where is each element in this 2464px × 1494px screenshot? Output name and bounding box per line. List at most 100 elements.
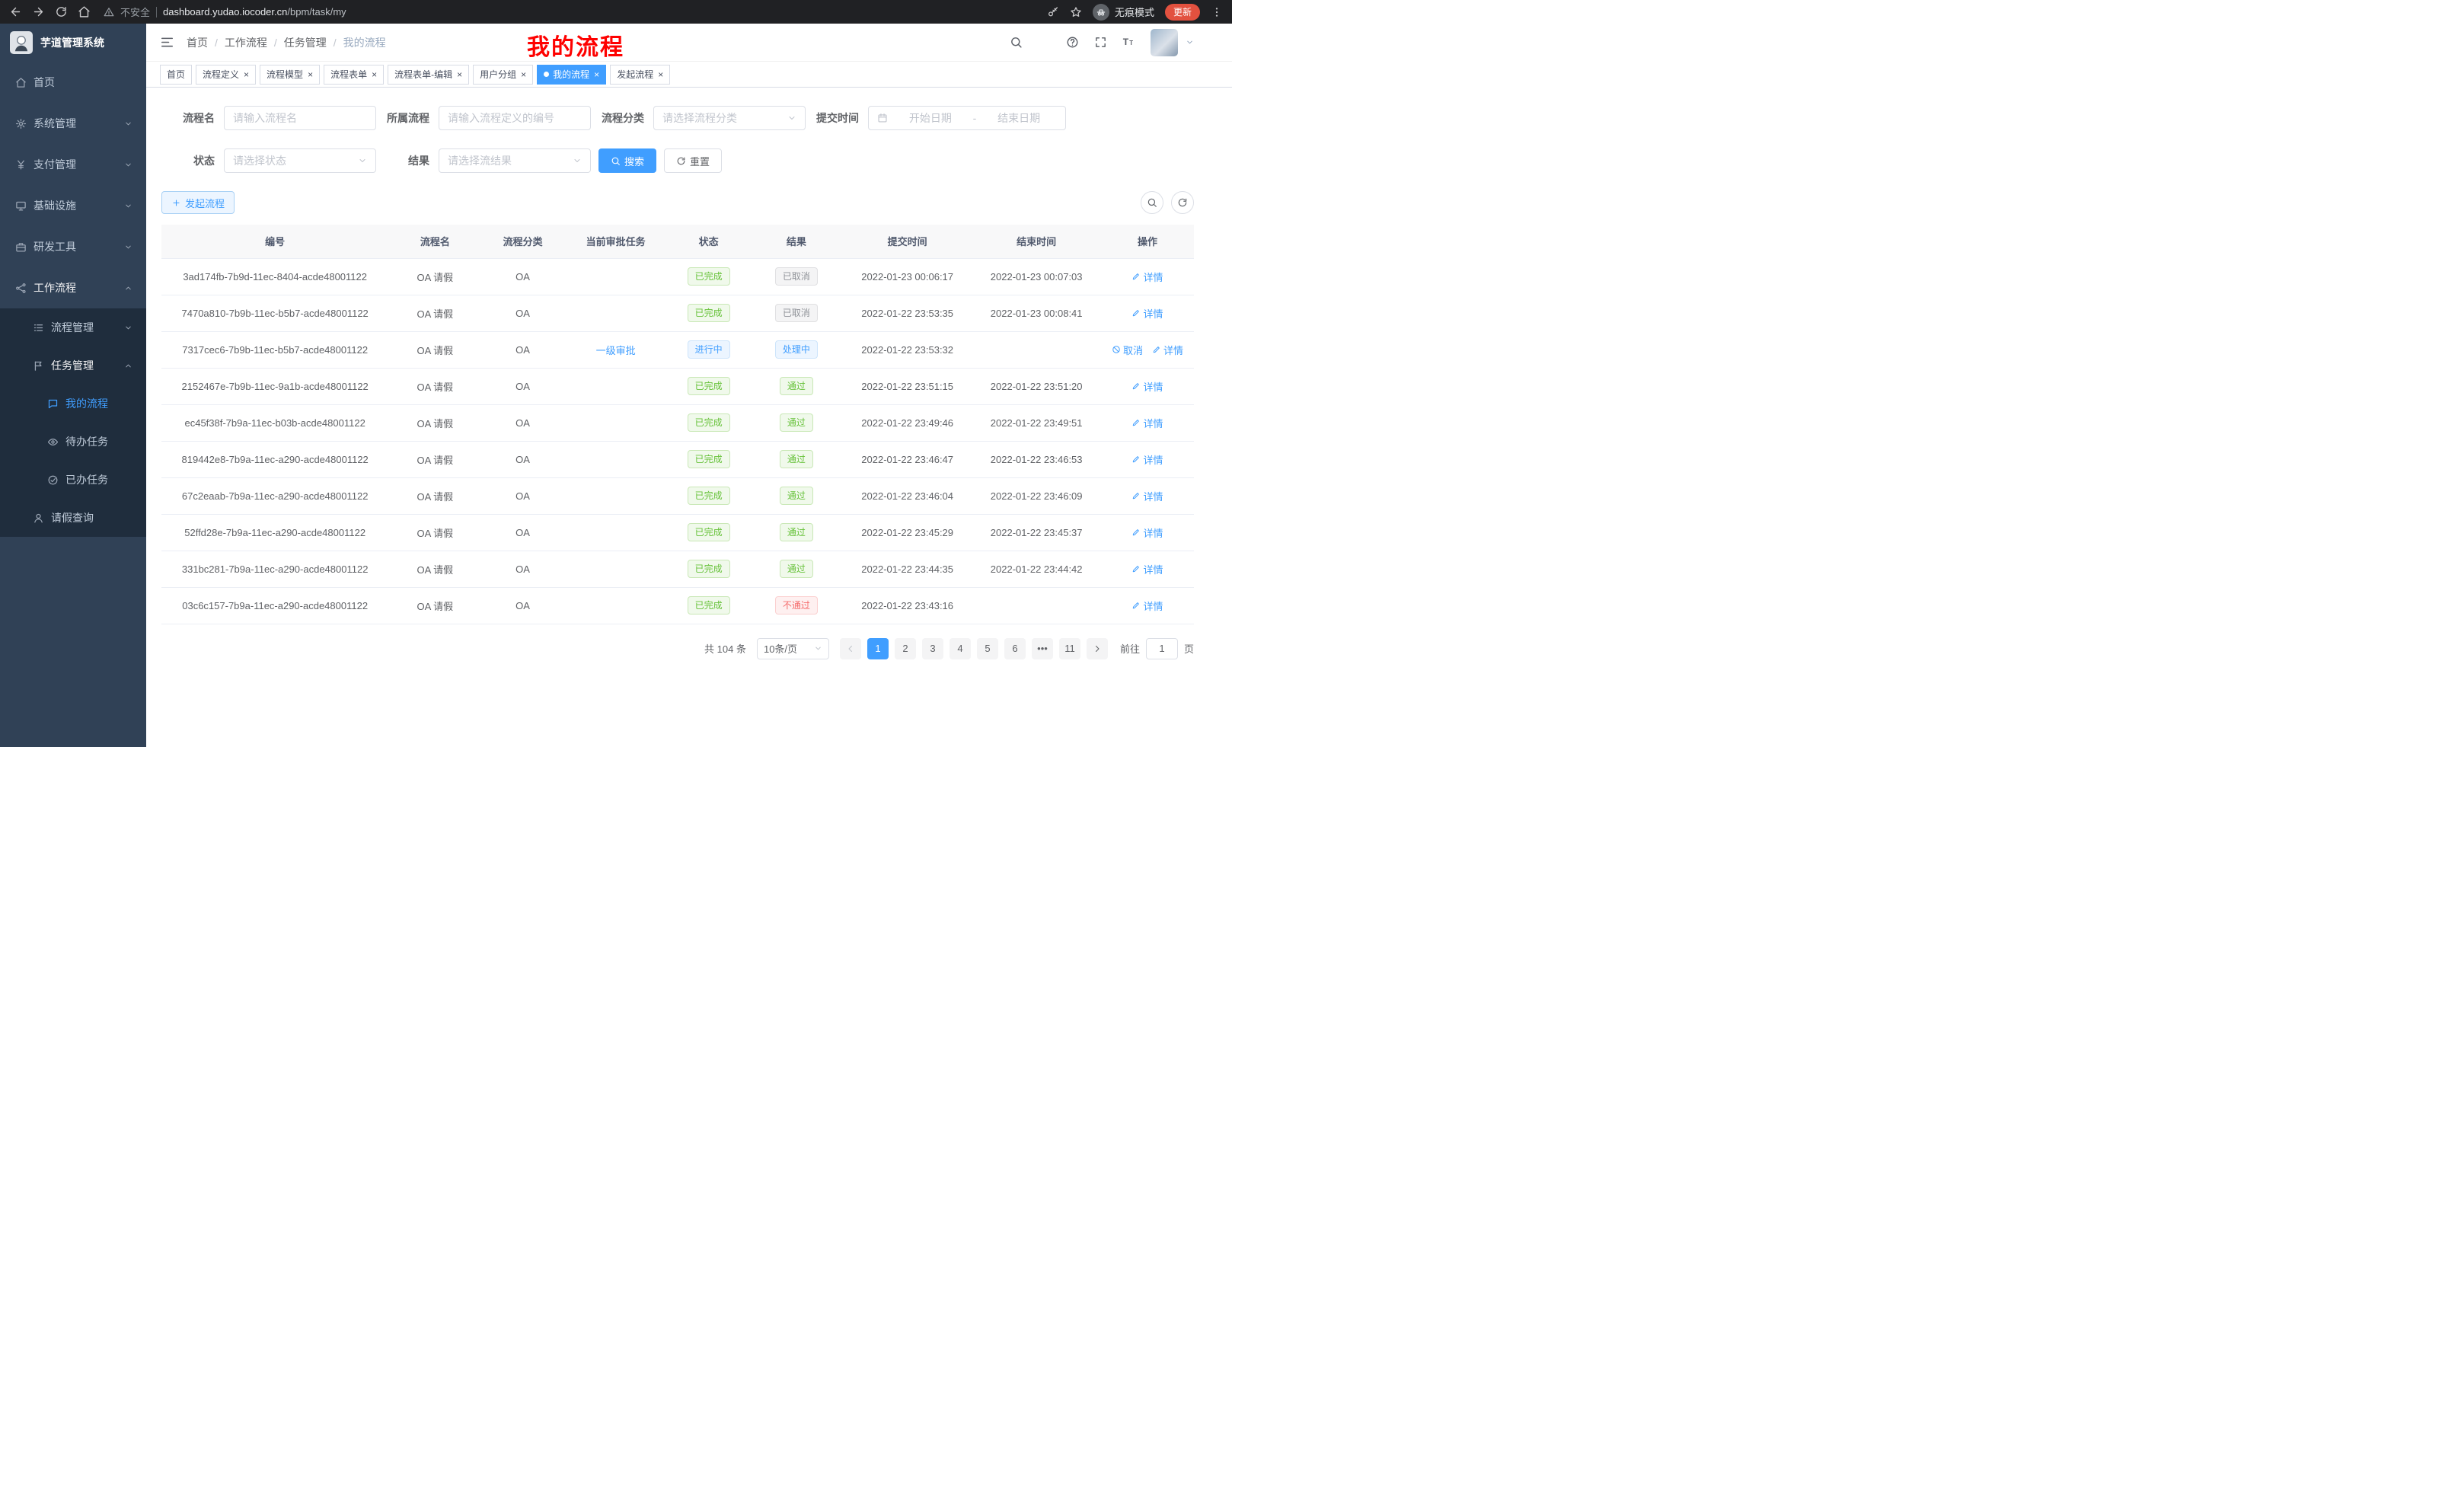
page-5-button[interactable]: 5 [977, 638, 998, 659]
detail-link[interactable]: 详情 [1131, 525, 1163, 540]
category-select[interactable]: 请选择流程分类 [653, 106, 806, 130]
address-bar[interactable]: 不安全 dashboard.yudao.iocoder.cn/bpm/task/… [104, 5, 1037, 19]
detail-label: 详情 [1143, 270, 1163, 284]
search-button[interactable]: 搜索 [598, 148, 656, 173]
table-row: 331bc281-7b9a-11ec-a290-acde48001122OA 请… [161, 551, 1194, 587]
sidebar-item-label: 基础设施 [34, 198, 76, 213]
result-badge: 通过 [780, 523, 813, 541]
more-pages-button[interactable]: ••• [1032, 638, 1053, 659]
chevron-down-icon [358, 156, 367, 165]
submit-time-range-picker[interactable]: 开始日期 - 结束日期 [868, 106, 1066, 130]
status-select[interactable]: 请选择状态 [224, 148, 376, 173]
sidebar-item-workflow[interactable]: 工作流程 [0, 267, 146, 308]
detail-link[interactable]: 详情 [1131, 270, 1163, 284]
detail-link[interactable]: 详情 [1131, 489, 1163, 503]
page-2-button[interactable]: 2 [895, 638, 916, 659]
sidebar-item-leave-query[interactable]: 请假查询 [0, 499, 146, 537]
result-badge: 通过 [780, 487, 813, 505]
page-6-button[interactable]: 6 [1004, 638, 1026, 659]
process-definition-input[interactable] [439, 106, 591, 130]
sidebar-item-payment[interactable]: 支付管理 [0, 144, 146, 185]
close-icon[interactable]: × [244, 70, 249, 79]
avatar[interactable] [1151, 29, 1178, 56]
process-name-input[interactable] [224, 106, 376, 130]
tab-process-definition[interactable]: 流程定义× [196, 65, 256, 85]
back-icon[interactable] [9, 5, 22, 18]
table-row: 03c6c157-7b9a-11ec-a290-acde48001122OA 请… [161, 587, 1194, 624]
close-icon[interactable]: × [521, 70, 526, 79]
current-task-link[interactable]: 一级审批 [596, 343, 636, 357]
page-size-select[interactable]: 10条/页 [757, 638, 829, 659]
toggle-search-button[interactable] [1141, 191, 1163, 214]
reset-button[interactable]: 重置 [664, 148, 722, 173]
close-icon[interactable]: × [457, 70, 462, 79]
close-icon[interactable]: × [594, 70, 599, 79]
tab-process-form-edit[interactable]: 流程表单-编辑× [388, 65, 469, 85]
sidebar-item-task-management[interactable]: 任务管理 [0, 346, 146, 385]
breadcrumb-item[interactable]: 工作流程 [225, 35, 267, 50]
logo-image [10, 31, 33, 54]
breadcrumb-item[interactable]: 首页 [187, 35, 208, 50]
sidebar-item-todo-task[interactable]: 待办任务 [0, 423, 146, 461]
star-icon[interactable] [1070, 6, 1082, 18]
search-icon[interactable] [1010, 36, 1023, 49]
help-icon[interactable] [1066, 36, 1079, 49]
refresh-table-button[interactable] [1171, 191, 1194, 214]
edit-icon [1131, 381, 1141, 391]
page-1-button[interactable]: 1 [867, 638, 889, 659]
security-label[interactable]: 不安全 [120, 5, 150, 19]
fontsize-icon[interactable]: TT [1122, 36, 1135, 49]
close-icon[interactable]: × [372, 70, 377, 79]
sidebar-item-process-management[interactable]: 流程管理 [0, 308, 146, 346]
key-icon[interactable] [1047, 6, 1059, 18]
app-logo[interactable]: 芋道管理系统 [0, 24, 146, 62]
next-page-button[interactable] [1087, 638, 1108, 659]
sidebar-item-devtools[interactable]: 研发工具 [0, 226, 146, 267]
tab-my-process[interactable]: 我的流程× [537, 65, 606, 85]
browser-menu-icon[interactable] [1211, 6, 1223, 18]
update-button[interactable]: 更新 [1165, 4, 1200, 21]
tab-start-process[interactable]: 发起流程× [610, 65, 670, 85]
detail-link[interactable]: 详情 [1152, 343, 1183, 357]
result-select[interactable]: 请选择流结果 [439, 148, 591, 173]
cancel-link[interactable]: 取消 [1112, 343, 1143, 357]
detail-link[interactable]: 详情 [1131, 306, 1163, 321]
sidebar-item-label: 首页 [34, 75, 55, 90]
tab-process-form[interactable]: 流程表单× [324, 65, 384, 85]
cell-name: OA 请假 [388, 587, 481, 624]
page-4-button[interactable]: 4 [950, 638, 971, 659]
tab-user-group[interactable]: 用户分组× [473, 65, 533, 85]
sidebar-item-system[interactable]: 系统管理 [0, 103, 146, 144]
forward-icon[interactable] [32, 5, 45, 18]
github-icon[interactable] [1038, 36, 1051, 49]
previous-page-button[interactable] [840, 638, 861, 659]
detail-link[interactable]: 详情 [1131, 599, 1163, 613]
status-badge: 进行中 [688, 340, 730, 359]
close-icon[interactable]: × [308, 70, 313, 79]
incognito-profile-chip[interactable]: 无痕模式 [1093, 4, 1154, 21]
tab-process-model[interactable]: 流程模型× [260, 65, 320, 85]
detail-link[interactable]: 详情 [1131, 452, 1163, 467]
status-label: 状态 [161, 153, 215, 168]
sidebar-item-done-task[interactable]: 已办任务 [0, 461, 146, 499]
start-process-button[interactable]: 发起流程 [161, 191, 235, 214]
collapse-sidebar-icon[interactable] [160, 35, 174, 49]
detail-link[interactable]: 详情 [1131, 379, 1163, 394]
reload-icon[interactable] [55, 5, 68, 18]
sidebar-item-home[interactable]: 首页 [0, 62, 146, 103]
page-11-button[interactable]: 11 [1059, 638, 1080, 659]
active-dot [544, 72, 549, 77]
breadcrumb-item[interactable]: 任务管理 [284, 35, 327, 50]
close-icon[interactable]: × [658, 70, 663, 79]
sidebar-item-infrastructure[interactable]: 基础设施 [0, 185, 146, 226]
avatar-caret-icon[interactable] [1186, 38, 1194, 46]
home-icon[interactable] [78, 5, 91, 18]
goto-page-input[interactable] [1146, 638, 1178, 659]
detail-link[interactable]: 详情 [1131, 562, 1163, 576]
tab-home[interactable]: 首页 [160, 65, 192, 85]
detail-link[interactable]: 详情 [1131, 416, 1163, 430]
filter-row-2: 状态 请选择状态 结果 请选择流结果 搜索 [161, 148, 1194, 173]
page-3-button[interactable]: 3 [922, 638, 943, 659]
sidebar-item-my-process[interactable]: 我的流程 [0, 385, 146, 423]
fullscreen-icon[interactable] [1094, 36, 1107, 49]
